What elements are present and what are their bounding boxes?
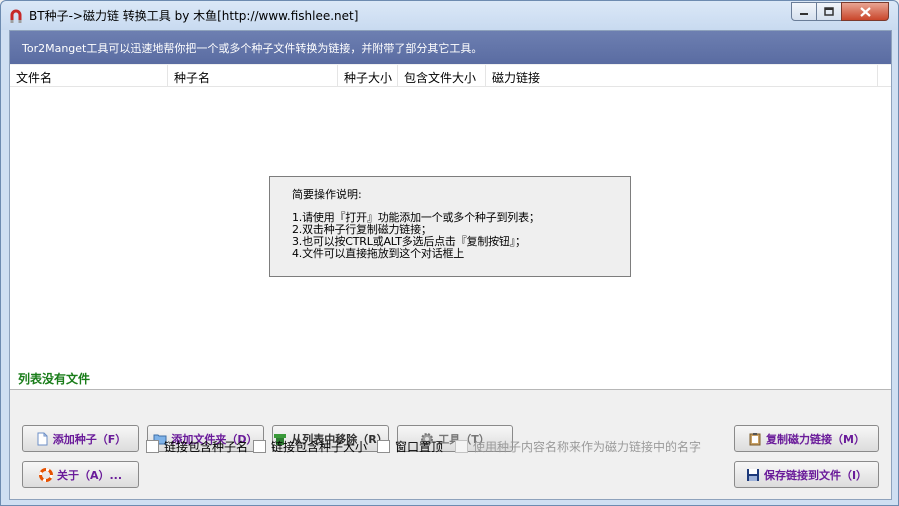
column-header-filename[interactable]: 文件名	[10, 65, 168, 87]
column-header-torrent-name[interactable]: 种子名	[168, 65, 338, 87]
clipboard-icon	[749, 432, 761, 445]
include-size-label: 链接包含种子大小	[271, 440, 368, 454]
add-torrent-label: 添加种子（F）	[52, 432, 127, 446]
help-line: 4.文件可以直接拖放到这个对话框上	[292, 247, 465, 260]
floppy-disk-icon	[746, 468, 759, 481]
save-links-label: 保存链接到文件（I）	[763, 468, 868, 482]
column-header-content-size[interactable]: 包含文件大小	[398, 65, 486, 87]
window-title: BT种子->磁力链 转换工具 by 木鱼[http://www.fishlee.…	[29, 9, 359, 23]
close-icon	[859, 6, 871, 17]
list-header: 文件名 种子名 种子大小 包含文件大小 磁力链接	[10, 65, 891, 87]
use-content-name-checkbox: 使用种子内容名称来作为磁力链接中的名字	[455, 438, 701, 455]
title-bar[interactable]: BT种子->磁力链 转换工具 by 木鱼[http://www.fishlee.…	[1, 1, 898, 30]
include-name-label: 链接包含种子名	[164, 440, 249, 454]
column-header-magnet-link[interactable]: 磁力链接	[486, 65, 878, 87]
add-torrent-button[interactable]: 添加种子（F）	[22, 425, 139, 452]
torrent-list[interactable]: 文件名 种子名 种子大小 包含文件大小 磁力链接 简要操作说明: 1.请使用『打…	[10, 65, 891, 390]
include-name-checkbox[interactable]: 链接包含种子名	[146, 438, 248, 455]
help-panel: 简要操作说明: 1.请使用『打开』功能添加一个或多个种子到列表； 2.双击种子行…	[269, 176, 631, 277]
copy-magnet-button[interactable]: 复制磁力链接（M）	[734, 425, 879, 452]
help-title: 简要操作说明:	[292, 188, 362, 201]
always-on-top-checkbox[interactable]: 窗口置顶	[377, 438, 443, 455]
info-banner: Tor2Manget工具可以迅速地帮你把一个或多个种子文件转换为链接，并附带了部…	[10, 31, 891, 64]
minimize-icon	[800, 12, 808, 15]
maximize-icon	[824, 7, 834, 16]
always-on-top-label: 窗口置顶	[395, 440, 444, 454]
save-links-button[interactable]: 保存链接到文件（I）	[734, 461, 879, 488]
close-button[interactable]	[841, 2, 889, 21]
checkbox-box[interactable]	[146, 440, 159, 453]
copy-magnet-label: 复制磁力链接（M）	[766, 432, 865, 446]
about-label: 关于（A）...	[56, 468, 123, 482]
status-text: 列表没有文件	[18, 372, 91, 386]
lifebuoy-icon	[38, 467, 53, 482]
maximize-button[interactable]	[816, 2, 842, 21]
checkbox-box	[455, 440, 468, 453]
use-content-name-label: 使用种子内容名称来作为磁力链接中的名字	[473, 440, 702, 454]
about-button[interactable]: 关于（A）...	[22, 461, 139, 488]
minimize-button[interactable]	[791, 2, 817, 21]
checkbox-box[interactable]	[377, 440, 390, 453]
checkbox-box[interactable]	[253, 440, 266, 453]
include-size-checkbox[interactable]: 链接包含种子大小	[253, 438, 367, 455]
column-header-torrent-size[interactable]: 种子大小	[338, 65, 398, 87]
main-window: BT种子->磁力链 转换工具 by 木鱼[http://www.fishlee.…	[0, 0, 899, 506]
magnet-icon	[10, 9, 22, 23]
document-icon	[37, 432, 48, 445]
